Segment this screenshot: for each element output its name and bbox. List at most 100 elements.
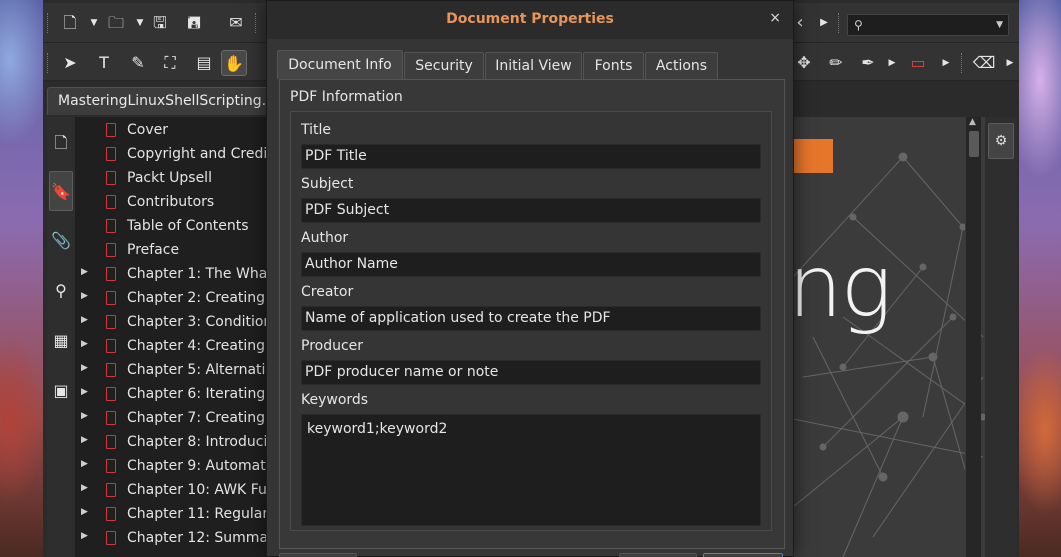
- expand-arrow-icon[interactable]: ▶: [81, 483, 88, 493]
- expand-arrow-icon[interactable]: ▶: [81, 387, 88, 397]
- bookmark-item[interactable]: ▶ Chapter 11: Regular Expressions: [75, 503, 273, 527]
- open-folder-icon[interactable]: 🗀: [103, 10, 129, 36]
- author-label: Author: [301, 230, 349, 246]
- toolbar-grip[interactable]: [47, 13, 49, 33]
- bookmark-icon: [106, 315, 116, 329]
- dialog-button-left[interactable]: [279, 553, 357, 557]
- fields-panel-icon[interactable]: ▣: [49, 371, 73, 411]
- more-tools-icon[interactable]: ▶: [997, 50, 1023, 76]
- expand-arrow-icon[interactable]: ▶: [81, 411, 88, 421]
- producer-field[interactable]: PDF producer name or note: [301, 360, 761, 385]
- edit-object-icon[interactable]: ⛶: [157, 50, 183, 76]
- title-field[interactable]: PDF Title: [301, 144, 761, 169]
- pages-panel-icon[interactable]: 🗋: [49, 123, 73, 163]
- bookmarks-panel-icon[interactable]: 🔖: [49, 171, 73, 211]
- bookmark-label: Packt Upsell: [127, 170, 212, 186]
- bookmark-icon: [106, 507, 116, 521]
- email-icon[interactable]: ✉: [223, 10, 249, 36]
- pencil-icon[interactable]: ✏: [823, 50, 849, 76]
- next-arrow-icon[interactable]: ▶: [811, 10, 837, 36]
- expand-arrow-icon[interactable]: ▶: [81, 531, 88, 541]
- edit-text-icon[interactable]: ✎: [125, 50, 151, 76]
- search-icon: ⚲: [854, 18, 863, 32]
- new-document-icon[interactable]: 🗋: [57, 10, 83, 36]
- expand-arrow-icon[interactable]: ▶: [81, 339, 88, 349]
- expand-arrow-icon[interactable]: ▶: [81, 435, 88, 445]
- subject-label: Subject: [301, 176, 354, 192]
- expand-arrow-icon[interactable]: ▶: [81, 363, 88, 373]
- tab-document-info[interactable]: Document Info: [277, 50, 403, 79]
- comment-dropdown-icon[interactable]: ▶: [933, 50, 959, 76]
- highlight-pen-icon[interactable]: ✒: [855, 50, 881, 76]
- keywords-field[interactable]: keyword1;keyword2: [301, 414, 761, 526]
- bookmark-item[interactable]: Contributors: [75, 191, 273, 215]
- layers-panel-icon[interactable]: ▦: [49, 321, 73, 361]
- bookmark-label: Chapter 6: Iterating with Loops: [127, 386, 273, 402]
- expand-arrow-icon[interactable]: ▶: [81, 507, 88, 517]
- toolbar-separator: [961, 53, 963, 73]
- bookmark-item[interactable]: ▶ Chapter 10: AWK Fundamentals: [75, 479, 273, 503]
- author-field[interactable]: Author Name: [301, 252, 761, 277]
- save-as-icon[interactable]: 🖪: [181, 10, 207, 36]
- save-icon[interactable]: 🖫: [147, 10, 173, 36]
- bookmarks-panel: Cover Copyright and Credits Packt Upsell Co…: [75, 117, 273, 557]
- expand-arrow-icon[interactable]: ▶: [81, 315, 88, 325]
- bookmark-item[interactable]: Copyright and Credits: [75, 143, 273, 167]
- scrollbar-thumb[interactable]: [969, 131, 979, 157]
- expand-arrow-icon[interactable]: ▶: [81, 291, 88, 301]
- bookmark-item[interactable]: ▶ Chapter 1: The What and Why of Scriptin…: [75, 263, 273, 287]
- bookmark-item[interactable]: Packt Upsell: [75, 167, 273, 191]
- select-text-icon[interactable]: T: [91, 50, 117, 76]
- toolbar-grip[interactable]: [47, 53, 49, 73]
- bookmark-item[interactable]: Preface: [75, 239, 273, 263]
- dialog-titlebar[interactable]: Document Properties ×: [267, 1, 793, 39]
- search-input[interactable]: ⚲ ▼: [847, 14, 1009, 36]
- document-tab[interactable]: MasteringLinuxShellScripting.pdf: [47, 87, 269, 115]
- tab-fonts[interactable]: Fonts: [583, 52, 644, 79]
- document-view[interactable]: ng: [783, 117, 993, 557]
- bookmark-item[interactable]: ▶ Chapter 6: Iterating with Loops: [75, 383, 273, 407]
- bookmark-item[interactable]: Table of Contents: [75, 215, 273, 239]
- scroll-up-icon[interactable]: ▲: [969, 117, 976, 127]
- expand-arrow-icon[interactable]: ▶: [81, 267, 88, 277]
- eraser-icon[interactable]: ⌫: [971, 50, 997, 76]
- bookmark-icon: [106, 291, 116, 305]
- dialog-button-cancel[interactable]: [619, 553, 697, 557]
- bookmark-item[interactable]: ▶ Chapter 7: Creating Building Blocks wit…: [75, 407, 273, 431]
- bookmark-item[interactable]: ▶ Chapter 5: Alternative Syntax: [75, 359, 273, 383]
- bookmark-icon: [106, 363, 116, 377]
- properties-panel-icon[interactable]: ⚙: [988, 123, 1014, 159]
- tab-initial-view[interactable]: Initial View: [485, 52, 582, 79]
- tab-security[interactable]: Security: [404, 52, 484, 79]
- creator-field[interactable]: Name of application used to create the P…: [301, 306, 761, 331]
- dialog-button-ok[interactable]: [703, 553, 783, 557]
- bookmark-label: Chapter 2: Creating Interactive Scripts: [127, 290, 273, 306]
- pdf-page: ng: [783, 117, 993, 557]
- bookmark-item[interactable]: ▶ Chapter 9: Automating Apache Virtual Ho…: [75, 455, 273, 479]
- search-panel-icon[interactable]: ⚲: [49, 271, 73, 311]
- bookmark-item[interactable]: ▶ Chapter 12: Summarizing Logs with AWK: [75, 527, 273, 551]
- close-icon[interactable]: ×: [769, 10, 781, 26]
- document-info-panel: PDF Information Title PDF Title Subject …: [279, 79, 785, 549]
- form-field-icon[interactable]: ▤: [191, 50, 217, 76]
- subject-field[interactable]: PDF Subject: [301, 198, 761, 223]
- vertical-scrollbar[interactable]: ▲: [965, 117, 981, 557]
- tab-actions[interactable]: Actions: [645, 52, 718, 79]
- bookmark-icon: [106, 171, 116, 185]
- comment-box-icon[interactable]: ▭: [905, 50, 931, 76]
- network-graphic: [783, 152, 987, 557]
- shape-tool-icon[interactable]: ✥: [791, 50, 817, 76]
- bookmark-item[interactable]: Cover: [75, 119, 273, 143]
- bookmark-item[interactable]: ▶ Chapter 8: Introducing the Stream Edito…: [75, 431, 273, 455]
- search-dropdown-icon[interactable]: ▼: [996, 15, 1003, 35]
- bookmark-item[interactable]: ▶ Chapter 2: Creating Interactive Scripts: [75, 287, 273, 311]
- select-pointer-icon[interactable]: ➤: [57, 50, 83, 76]
- hand-tool-icon[interactable]: ✋: [221, 50, 247, 76]
- bookmark-icon: [106, 483, 116, 497]
- attachments-panel-icon[interactable]: 📎: [49, 221, 73, 261]
- pdf-information-group: Title PDF Title Subject PDF Subject Auth…: [290, 111, 772, 531]
- bookmark-item[interactable]: ▶ Chapter 4: Creating Code Snippets: [75, 335, 273, 359]
- pen-dropdown-icon[interactable]: ▶: [879, 50, 905, 76]
- bookmark-item[interactable]: ▶ Chapter 3: Conditions Attached: [75, 311, 273, 335]
- expand-arrow-icon[interactable]: ▶: [81, 459, 88, 469]
